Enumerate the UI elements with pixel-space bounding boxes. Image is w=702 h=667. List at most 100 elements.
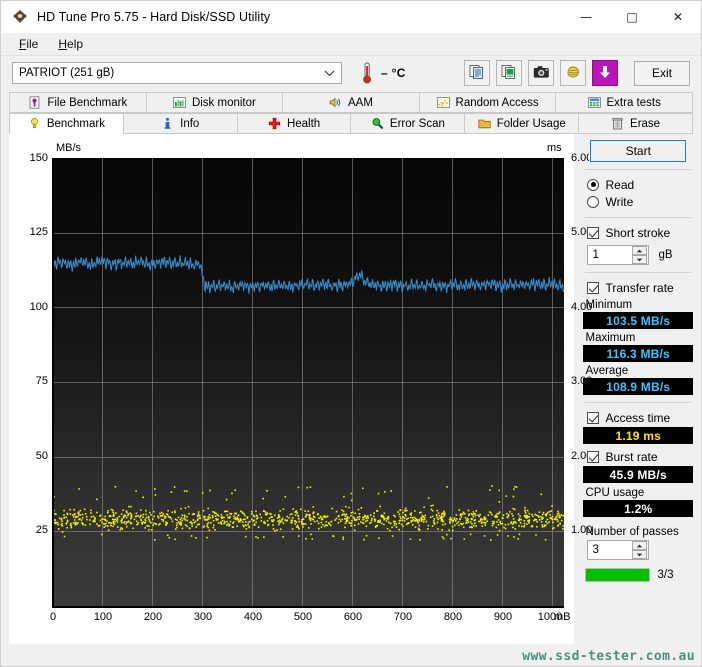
tab-disk-monitor-label: Disk monitor [191, 96, 256, 109]
radio-read-indicator [587, 178, 600, 191]
copy-excel-icon [501, 64, 517, 83]
trash-icon [611, 117, 624, 130]
passes-spinner-up-icon[interactable] [632, 541, 648, 550]
tab-error-scan[interactable]: Error Scan [350, 113, 465, 134]
burst-rate-value: 45.9 MB/s [583, 466, 693, 483]
calculator-icon [587, 96, 601, 109]
checkbox-access-time[interactable]: Access time [587, 409, 693, 426]
site-watermark: www.ssd-tester.com.au [522, 649, 695, 664]
tab-health[interactable]: Health [236, 113, 351, 134]
temperature-readout: – °C [359, 61, 406, 85]
divider-2 [585, 217, 691, 218]
window-controls: — □ ✕ [563, 1, 701, 33]
short-stroke-input[interactable]: 1 [587, 245, 650, 265]
drive-select-value: PATRIOT (251 gB) [19, 67, 115, 79]
x-axis-line [52, 606, 564, 608]
tab-random-access-label: Random Access [455, 96, 539, 109]
menu-item-file[interactable]: File [9, 35, 48, 53]
divider-3 [585, 272, 691, 273]
x-tick-0: 0 [49, 611, 57, 623]
download-button[interactable] [592, 60, 618, 86]
lightbulb-icon [28, 117, 41, 130]
transfer-rate-line [52, 255, 564, 293]
highlight-button[interactable] [560, 60, 586, 86]
checkbox-burst-rate[interactable]: Burst rate [587, 448, 693, 465]
short-stroke-spinner[interactable] [632, 246, 648, 264]
tab-info-label: Info [180, 117, 200, 130]
minimize-icon: — [580, 10, 592, 24]
maximum-label: Maximum [585, 332, 636, 344]
tab-benchmark[interactable]: Benchmark [9, 113, 123, 134]
close-icon: ✕ [672, 10, 684, 24]
x-tick-100: 100 [93, 611, 113, 623]
export-spreadsheet-button[interactable] [496, 60, 522, 86]
exit-button[interactable]: Exit [634, 60, 690, 86]
start-button[interactable]: Start [589, 139, 688, 163]
screenshot-button[interactable] [528, 60, 554, 86]
camera-icon [533, 65, 550, 82]
tab-aam[interactable]: AAM [282, 92, 419, 113]
window-title: HD Tune Pro 5.75 - Hard Disk/SSD Utility [37, 10, 271, 24]
radio-write[interactable]: Write [587, 193, 693, 210]
y-tick-75: 75 [35, 375, 48, 387]
passes-value: 3 [592, 544, 599, 556]
spinner-up-icon[interactable] [632, 246, 648, 255]
cpu-usage-label: CPU usage [585, 487, 645, 499]
tab-file-benchmark[interactable]: File Benchmark [9, 92, 146, 113]
chart-y-axis-label: MB/s [56, 142, 82, 154]
file-benchmark-icon [28, 96, 41, 109]
tab-folder-usage[interactable]: Folder Usage [464, 113, 579, 134]
tab-aam-label: AAM [348, 96, 373, 109]
benchmark-options-panel: Start Read Write Short stroke 1 gB Trans… [583, 134, 693, 658]
copy-to-clipboard-button[interactable] [464, 60, 490, 86]
copy-document-icon [469, 64, 485, 83]
maximize-button[interactable]: □ [609, 1, 655, 33]
x-tick-300: 300 [193, 611, 213, 623]
tab-disk-monitor[interactable]: Disk monitor [145, 92, 283, 113]
progress-text: 3/3 [657, 569, 674, 581]
menu-bar: File Help [1, 33, 701, 56]
title-bar: HD Tune Pro 5.75 - Hard Disk/SSD Utility… [1, 1, 701, 33]
red-cross-icon [268, 117, 281, 130]
access-time-checkbox-indicator [587, 411, 600, 424]
tab-extra-tests[interactable]: Extra tests [555, 92, 693, 113]
checkbox-transfer-rate[interactable]: Transfer rate [587, 279, 693, 296]
minimize-button[interactable]: — [563, 1, 609, 33]
x-tick-400: 400 [243, 611, 263, 623]
y-axis-line [52, 158, 54, 606]
speaker-icon [329, 96, 342, 109]
bar-chart-icon [173, 96, 186, 109]
average-label: Average [585, 365, 629, 377]
tab-erase[interactable]: Erase [578, 113, 693, 134]
tab-info[interactable]: Info [122, 113, 237, 134]
tab-erase-label: Erase [630, 117, 661, 130]
progress-bar [585, 568, 651, 582]
close-button[interactable]: ✕ [655, 1, 701, 33]
spinner-down-icon[interactable] [632, 255, 648, 264]
access-time-scatter [52, 485, 564, 541]
radio-read[interactable]: Read [587, 176, 693, 193]
down-arrow-icon [598, 64, 612, 83]
passes-stepper-row: 3 [587, 540, 693, 560]
tab-row-top: File Benchmark Disk monitor AAM Random A… [9, 92, 693, 113]
tab-health-label: Health [286, 117, 321, 130]
info-icon [161, 117, 174, 130]
passes-input[interactable]: 3 [587, 540, 650, 560]
passes-spinner[interactable] [632, 541, 648, 559]
checkbox-short-stroke[interactable]: Short stroke [587, 224, 693, 241]
folder-icon [478, 117, 491, 130]
scatter-icon [436, 96, 450, 109]
burst-rate-checkbox-indicator [587, 450, 600, 463]
tab-random-access[interactable]: Random Access [418, 92, 556, 113]
drive-select[interactable]: PATRIOT (251 gB) [12, 62, 342, 84]
start-button-label: Start [625, 144, 651, 158]
short-stroke-label: Short stroke [605, 225, 671, 240]
x-tick-200: 200 [143, 611, 163, 623]
x-tick-700: 700 [393, 611, 413, 623]
passes-spinner-down-icon[interactable] [632, 550, 648, 559]
menu-item-help[interactable]: Help [48, 35, 93, 53]
magnifier-icon [371, 117, 384, 130]
short-stroke-value: 1 [592, 249, 599, 261]
x-tick-800: 800 [443, 611, 463, 623]
tab-folder-usage-label: Folder Usage [496, 117, 566, 130]
